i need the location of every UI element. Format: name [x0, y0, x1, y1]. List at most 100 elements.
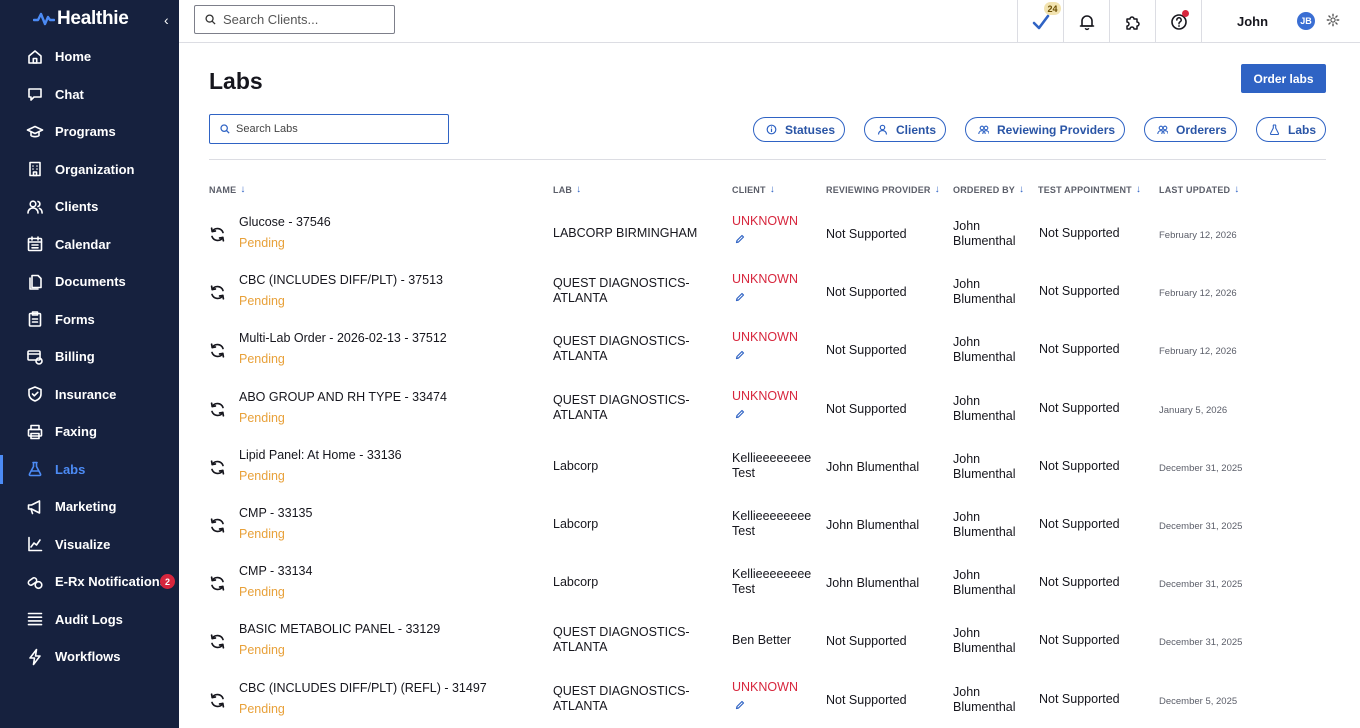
client-cell[interactable]: Kellieeeeeeee Test	[732, 509, 818, 539]
sidebar-item-label: Insurance	[55, 386, 117, 402]
client-cell[interactable]: Ben Better	[732, 633, 818, 648]
client-cell[interactable]: UNKNOWN	[732, 680, 798, 695]
table-row[interactable]: CBC (INCLUDES DIFF/PLT) (REFL) - 31497 P…	[209, 670, 1326, 728]
table-row[interactable]: CBC (INCLUDES DIFF/PLT) - 37513 Pending …	[209, 262, 1326, 320]
sidebar-item-organization[interactable]: Organization	[0, 151, 179, 189]
sidebar-item-forms[interactable]: Forms	[0, 301, 179, 339]
sidebar-item-audit-logs[interactable]: Audit Logs	[0, 601, 179, 639]
last-updated-cell: December 31, 2025	[1159, 462, 1243, 474]
filter-orderers[interactable]: Orderers	[1144, 117, 1237, 142]
lab-name[interactable]: CMP - 33134	[239, 564, 312, 579]
lab-name[interactable]: Lipid Panel: At Home - 33136	[239, 448, 402, 463]
table-row[interactable]: Glucose - 37546 Pending LABCORP BIRMINGH…	[209, 204, 1326, 262]
order-labs-button[interactable]: Order labs	[1241, 64, 1326, 93]
table-row[interactable]: BASIC METABOLIC PANEL - 33129 Pending QU…	[209, 611, 1326, 669]
lab-name[interactable]: Glucose - 37546	[239, 215, 331, 230]
lab-name[interactable]: BASIC METABOLIC PANEL - 33129	[239, 622, 440, 637]
sidebar-item-documents[interactable]: Documents	[0, 263, 179, 301]
filter-statuses[interactable]: Statuses	[753, 117, 846, 142]
last-updated-cell: February 12, 2026	[1159, 346, 1237, 358]
column-header-test-appointment[interactable]: TEST APPOINTMENT ↓	[1038, 184, 1141, 195]
sidebar-item-label: Home	[55, 49, 92, 65]
client-cell[interactable]: UNKNOWN	[732, 272, 798, 287]
sync-icon[interactable]	[209, 692, 226, 709]
column-header-lab[interactable]: LAB ↓	[553, 184, 581, 195]
column-header-client[interactable]: CLIENT ↓	[732, 184, 775, 195]
client-search-input[interactable]	[223, 12, 383, 27]
help-button[interactable]	[1155, 0, 1201, 43]
collapse-sidebar-button[interactable]: ‹	[164, 12, 178, 28]
sync-icon[interactable]	[209, 517, 226, 534]
documents-icon	[26, 273, 44, 291]
pencil-icon[interactable]	[735, 700, 745, 710]
divider	[209, 159, 1326, 160]
column-header-reviewing-provider[interactable]: REVIEWING PROVIDER ↓	[826, 184, 940, 195]
column-header-ordered-by[interactable]: ORDERED BY ↓	[953, 184, 1024, 195]
billing-icon	[26, 348, 44, 366]
ordered-by-cell: John Blumenthal	[953, 568, 1016, 598]
column-header-name[interactable]: NAME ↓	[209, 184, 246, 195]
lab-cell: QUEST DIAGNOSTICS-ATLANTA	[553, 392, 690, 422]
client-cell[interactable]: Kellieeeeeeee Test	[732, 451, 818, 481]
sync-icon[interactable]	[209, 633, 226, 650]
lab-name[interactable]: CMP - 33135	[239, 506, 312, 521]
pencil-icon[interactable]	[735, 292, 745, 302]
filter-labs[interactable]: Labs	[1256, 117, 1327, 142]
sidebar-item-insurance[interactable]: Insurance	[0, 376, 179, 414]
user-menu[interactable]: John JB	[1201, 0, 1353, 43]
sidebar-item-programs[interactable]: Programs	[0, 113, 179, 151]
lab-cell: QUEST DIAGNOSTICS-ATLANTA	[553, 276, 690, 306]
lab-name[interactable]: ABO GROUP AND RH TYPE - 33474	[239, 390, 447, 405]
last-updated-cell: February 12, 2026	[1159, 288, 1237, 300]
sync-icon[interactable]	[209, 401, 226, 418]
sidebar-item-marketing[interactable]: Marketing	[0, 488, 179, 526]
lab-name[interactable]: CBC (INCLUDES DIFF/PLT) (REFL) - 31497	[239, 681, 487, 696]
sidebar-item-e-rx-notifications[interactable]: E-Rx Notifications 2	[0, 563, 179, 601]
lab-name[interactable]: Multi-Lab Order - 2026-02-13 - 37512	[239, 331, 447, 346]
notifications-button[interactable]	[1063, 0, 1109, 43]
ordered-by-cell: John Blumenthal	[953, 393, 1016, 423]
sidebar-item-clients[interactable]: Clients	[0, 188, 179, 226]
column-header-last-updated[interactable]: LAST UPDATED ↓	[1159, 184, 1239, 195]
gear-icon[interactable]	[1326, 13, 1340, 27]
table-row[interactable]: Lipid Panel: At Home - 33136 Pending Lab…	[209, 437, 1326, 495]
pencil-icon[interactable]	[735, 350, 745, 360]
filter-reviewing-providers[interactable]: Reviewing Providers	[965, 117, 1126, 142]
sidebar-item-billing[interactable]: Billing	[0, 338, 179, 376]
table-row[interactable]: CMP - 33135 Pending Labcorp Kellieeeeeee…	[209, 495, 1326, 553]
pencil-icon[interactable]	[735, 234, 745, 244]
sync-icon[interactable]	[209, 342, 226, 359]
sidebar-item-workflows[interactable]: Workflows	[0, 638, 179, 676]
table-row[interactable]: ABO GROUP AND RH TYPE - 33474 Pending QU…	[209, 379, 1326, 437]
tasks-button[interactable]: 24	[1017, 0, 1063, 43]
healthie-logo[interactable]: Healthie	[33, 8, 129, 30]
sidebar-item-faxing[interactable]: Faxing	[0, 413, 179, 451]
sidebar-item-labs[interactable]: Labs	[0, 451, 179, 489]
sync-icon[interactable]	[209, 284, 226, 301]
avatar[interactable]: JB	[1297, 12, 1315, 30]
sync-icon[interactable]	[209, 459, 226, 476]
providers-icon	[978, 125, 989, 135]
sidebar-item-calendar[interactable]: Calendar	[0, 226, 179, 264]
lab-name[interactable]: CBC (INCLUDES DIFF/PLT) - 37513	[239, 273, 443, 288]
table-row[interactable]: Multi-Lab Order - 2026-02-13 - 37512 Pen…	[209, 320, 1326, 378]
client-cell[interactable]: Kellieeeeeeee Test	[732, 567, 818, 597]
sidebar-item-visualize[interactable]: Visualize	[0, 526, 179, 564]
reviewing-provider-cell: Not Supported	[826, 343, 907, 358]
sidebar-item-label: Marketing	[55, 499, 117, 515]
filter-clients[interactable]: Clients	[864, 117, 947, 142]
column-header-label: REVIEWING PROVIDER	[826, 184, 931, 195]
flask-icon	[1269, 124, 1280, 135]
pencil-icon[interactable]	[735, 409, 745, 419]
sync-icon[interactable]	[209, 575, 226, 592]
megaphone-icon	[26, 498, 44, 516]
sidebar-item-home[interactable]: Home	[0, 38, 179, 76]
client-cell[interactable]: UNKNOWN	[732, 330, 798, 345]
integrations-button[interactable]	[1109, 0, 1155, 43]
client-cell[interactable]: UNKNOWN	[732, 389, 798, 404]
client-cell[interactable]: UNKNOWN	[732, 214, 798, 229]
sort-arrow-icon: ↓	[1019, 184, 1025, 195]
table-row[interactable]: CMP - 33134 Pending Labcorp Kellieeeeeee…	[209, 553, 1326, 611]
sync-icon[interactable]	[209, 226, 226, 243]
sidebar-item-chat[interactable]: Chat	[0, 76, 179, 114]
